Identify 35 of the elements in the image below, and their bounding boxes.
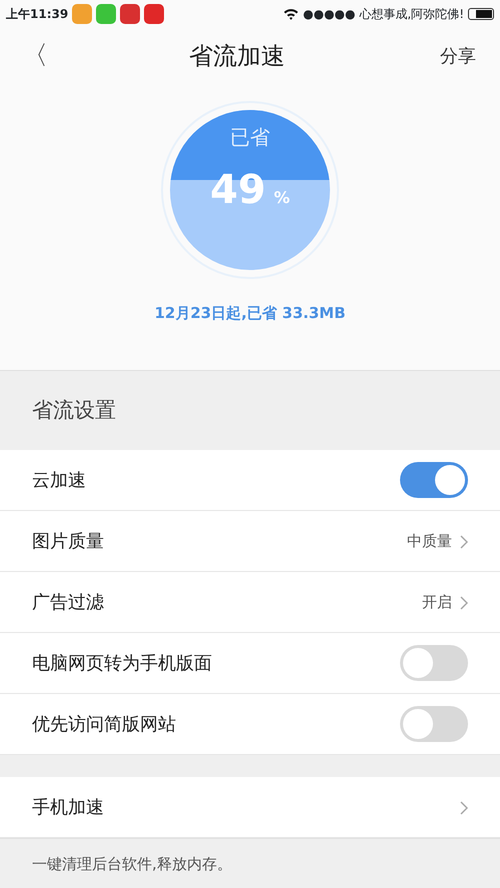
setting-label: 图片质量 — [32, 530, 104, 554]
section-title: 省流设置 — [32, 396, 116, 424]
percent-unit: % — [274, 187, 290, 209]
settings-row[interactable]: 广告过滤 开启 — [0, 572, 500, 633]
signal-strength: ●●●●● — [303, 6, 356, 23]
settings-row[interactable]: 图片质量 中质量 — [0, 511, 500, 572]
toggle-switch[interactable] — [400, 462, 468, 498]
setting-label: 电脑网页转为手机版面 — [32, 652, 212, 676]
settings-row[interactable]: 优先访问简版网站 — [0, 694, 500, 755]
app-icon[interactable] — [120, 4, 140, 24]
app-icon[interactable] — [144, 4, 164, 24]
toggle-switch[interactable] — [400, 706, 468, 742]
toggle-switch[interactable] — [400, 645, 468, 681]
setting-value: 中质量 — [407, 530, 452, 552]
setting-label: 云加速 — [32, 468, 86, 492]
app-icon[interactable] — [72, 4, 92, 24]
page-title: 省流加速 — [189, 42, 285, 70]
setting-label: 优先访问简版网站 — [32, 712, 176, 736]
setting-label: 手机加速 — [32, 796, 104, 820]
setting-label: 广告过滤 — [32, 590, 104, 614]
savings-summary: 12月23日起,已省 33.3MB — [154, 303, 346, 324]
app-icon[interactable] — [96, 4, 116, 24]
status-time: 上午11:39 — [6, 6, 68, 23]
carrier-name: 心想事成,阿弥陀佛! — [359, 6, 464, 23]
gauge-label: 已省 — [229, 124, 271, 151]
footer-note: 一键清理后台软件,释放内存。 — [32, 854, 232, 875]
settings-row[interactable]: 云加速 — [0, 450, 500, 511]
back-button[interactable]: 〈 — [0, 36, 58, 76]
wifi-icon — [283, 8, 300, 20]
setting-value: 开启 — [422, 592, 452, 613]
battery-icon — [468, 8, 494, 20]
settings-row[interactable]: 手机加速 — [0, 777, 500, 838]
share-button[interactable]: 分享 — [416, 42, 500, 70]
saved-percent: 49 — [210, 166, 266, 215]
settings-row[interactable]: 电脑网页转为手机版面 — [0, 633, 500, 694]
